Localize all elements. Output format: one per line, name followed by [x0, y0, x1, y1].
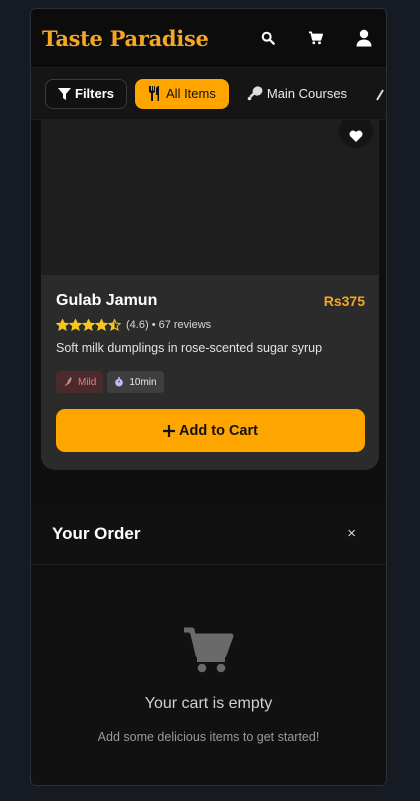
- search-icon[interactable]: [258, 28, 278, 48]
- plus-icon: [163, 424, 176, 437]
- chili-icon: [64, 377, 72, 386]
- order-panel: Your Order × Your cart is empty Add some…: [31, 503, 386, 785]
- dish-name: Gulab Jamun: [56, 292, 158, 309]
- stopwatch-icon: [115, 377, 124, 387]
- chip-main-courses-label: Main Courses: [266, 86, 348, 101]
- brand-logo[interactable]: Taste Paradise: [42, 26, 230, 51]
- close-icon[interactable]: ×: [347, 525, 356, 542]
- chip-main-courses[interactable]: Main Courses: [237, 79, 357, 109]
- order-title: Your Order: [52, 523, 141, 543]
- rating-stars: [56, 319, 121, 331]
- drumstick-icon: [247, 86, 263, 101]
- empty-cart-subtitle: Add some delicious items to get started!: [97, 730, 320, 744]
- category-filter-bar: Filters All Items Main Courses: [31, 68, 386, 120]
- filters-label: Filters: [75, 86, 115, 101]
- empty-cart-title: Your cart is empty: [144, 695, 273, 712]
- menu-item-card: Gulab Jamun Rs375 (4.6) • 67 reviews Sof…: [41, 120, 379, 470]
- star-icon: [56, 319, 69, 331]
- spice-label: Mild: [78, 376, 97, 388]
- star-icon: [108, 319, 121, 331]
- app-frame: Taste Paradise Filters All Items Main Co…: [30, 8, 387, 786]
- top-header: Taste Paradise: [31, 9, 386, 68]
- review-count: • 67 reviews: [151, 319, 212, 331]
- dish-price: Rs375: [323, 293, 365, 309]
- category-icon: [376, 88, 384, 101]
- star-icon: [82, 319, 95, 331]
- add-to-cart-label: Add to Cart: [179, 422, 258, 439]
- heart-icon: [349, 130, 363, 142]
- empty-cart-state: Your cart is empty Add some delicious it…: [31, 627, 386, 744]
- time-badge: 10min: [107, 371, 164, 393]
- chip-all-items-label: All Items: [166, 86, 216, 101]
- filters-button[interactable]: Filters: [45, 78, 128, 109]
- dish-tags: Mild 10min: [56, 371, 365, 393]
- star-icon: [69, 319, 82, 331]
- user-icon[interactable]: [354, 28, 374, 48]
- rating-row: (4.6) • 67 reviews: [56, 319, 365, 331]
- chip-all-items[interactable]: All Items: [135, 78, 229, 109]
- time-label: 10min: [129, 376, 157, 388]
- star-icon: [95, 319, 108, 331]
- chip-next-partial[interactable]: [365, 79, 386, 109]
- rating-value: (4.6): [126, 319, 149, 331]
- cart-icon[interactable]: [306, 28, 326, 48]
- dish-image: [41, 120, 379, 275]
- utensils-icon: [149, 86, 160, 101]
- order-header: Your Order ×: [31, 503, 386, 565]
- add-to-cart-button[interactable]: Add to Cart: [56, 409, 365, 452]
- dish-description: Soft milk dumplings in rose-scented suga…: [56, 341, 323, 355]
- filter-icon: [58, 87, 71, 100]
- empty-cart-icon: [31, 627, 386, 673]
- title-row: Gulab Jamun Rs375: [56, 292, 365, 310]
- card-body: Gulab Jamun Rs375 (4.6) • 67 reviews Sof…: [56, 292, 365, 452]
- spice-badge: Mild: [56, 371, 104, 393]
